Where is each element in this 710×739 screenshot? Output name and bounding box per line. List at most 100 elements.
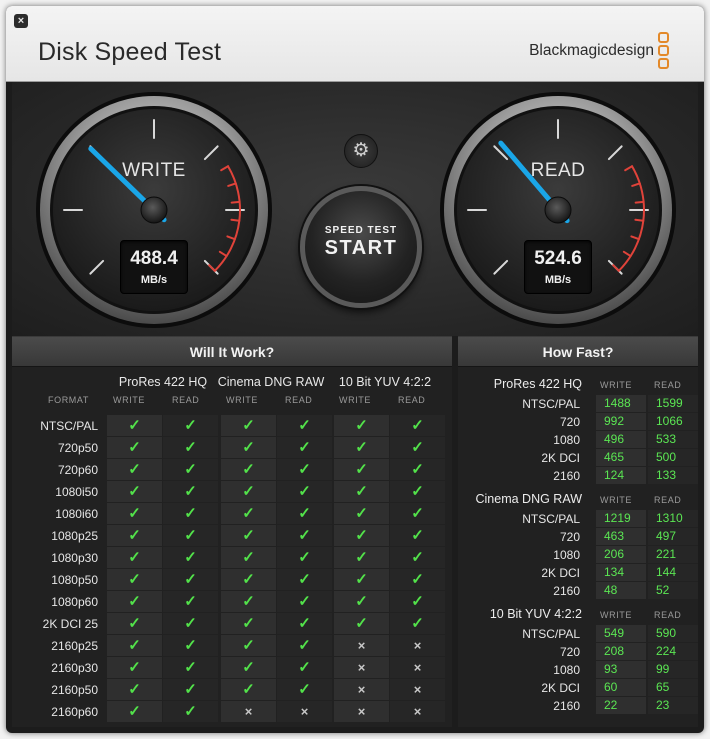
- check-icon: ✓: [334, 547, 389, 568]
- format-label: 2K DCI: [541, 681, 580, 695]
- format-label: 2160: [553, 699, 580, 713]
- will-it-work-row: 1080p50 ✓ ✓ ✓ ✓ ✓ ✓: [12, 569, 452, 591]
- yuv-read-header: READ: [398, 395, 426, 405]
- how-fast-row: 1080 206 221: [458, 546, 698, 564]
- check-icon: ✓: [107, 701, 162, 722]
- fps-read-value: 224: [648, 643, 698, 660]
- format-label: 2K DCI: [541, 451, 580, 465]
- check-icon: ✓: [221, 481, 276, 502]
- format-label: 1080: [553, 433, 580, 447]
- how-fast-row: 2160 124 133: [458, 467, 698, 485]
- check-icon: ✓: [277, 503, 332, 524]
- codec-prores-header: ProRes 422 HQ: [118, 375, 208, 389]
- fps-write-value: 206: [596, 546, 646, 563]
- fps-write-value: 208: [596, 643, 646, 660]
- fps-write-value: 1219: [596, 510, 646, 527]
- how-fast-row: 2160 22 23: [458, 697, 698, 715]
- codec-section-title: Cinema DNG RAW: [475, 492, 583, 506]
- format-label: 720: [559, 415, 580, 429]
- check-icon: ✓: [334, 481, 389, 502]
- will-it-work-row: 1080p60 ✓ ✓ ✓ ✓ ✓ ✓: [12, 591, 452, 613]
- prores-read-header: READ: [172, 395, 200, 405]
- format-label: 720: [559, 530, 580, 544]
- format-label: 2K DCI: [541, 566, 580, 580]
- cross-icon: ×: [221, 701, 276, 722]
- check-icon: ✓: [107, 591, 162, 612]
- check-icon: ✓: [163, 459, 218, 480]
- format-label: 1080i60: [55, 507, 98, 521]
- how-fast-row: 720 463 497: [458, 528, 698, 546]
- codec-section-title: 10 Bit YUV 4:2:2: [489, 607, 582, 621]
- check-icon: ✓: [107, 481, 162, 502]
- read-gauge-dial: [440, 92, 676, 328]
- will-it-work-row: 2K DCI 25 ✓ ✓ ✓ ✓ ✓ ✓: [12, 613, 452, 635]
- format-label: NTSC/PAL: [522, 397, 580, 411]
- how-fast-row: NTSC/PAL 1488 1599: [458, 395, 698, 413]
- cross-icon: ×: [334, 657, 389, 678]
- write-column-header: WRITE: [600, 610, 632, 620]
- codec-header-row: ProRes 422 HQ Cinema DNG RAW 10 Bit YUV …: [12, 375, 452, 395]
- format-label: 1080i50: [55, 485, 98, 499]
- gauge-redline-tick: [230, 200, 241, 204]
- check-icon: ✓: [221, 503, 276, 524]
- check-icon: ✓: [107, 437, 162, 458]
- brand-logo-icon: [658, 32, 670, 70]
- check-icon: ✓: [163, 415, 218, 436]
- format-label: 1080: [553, 663, 580, 677]
- how-fast-row: 720 208 224: [458, 643, 698, 661]
- read-speed-unit: MB/s: [544, 274, 572, 286]
- check-icon: ✓: [390, 503, 445, 524]
- check-icon: ✓: [221, 547, 276, 568]
- check-icon: ✓: [107, 679, 162, 700]
- will-it-work-row: 1080p25 ✓ ✓ ✓ ✓ ✓ ✓: [12, 525, 452, 547]
- check-icon: ✓: [334, 503, 389, 524]
- how-fast-row: 2160 48 52: [458, 582, 698, 600]
- start-button[interactable]: SPEED TEST START: [300, 186, 422, 308]
- fps-write-value: 496: [596, 431, 646, 448]
- check-icon: ✓: [334, 437, 389, 458]
- start-button-caption: SPEED TEST: [324, 225, 398, 236]
- will-it-work-row: 1080i60 ✓ ✓ ✓ ✓ ✓ ✓: [12, 503, 452, 525]
- settings-button[interactable]: ⚙: [344, 134, 378, 168]
- read-gauge-label: READ: [530, 160, 586, 181]
- fps-read-value: 500: [648, 449, 698, 466]
- dng-read-header: READ: [285, 395, 313, 405]
- format-label: 2160: [553, 584, 580, 598]
- check-icon: ✓: [390, 459, 445, 480]
- check-icon: ✓: [163, 657, 218, 678]
- fps-write-value: 463: [596, 528, 646, 545]
- close-button[interactable]: ×: [14, 14, 28, 28]
- check-icon: ✓: [390, 437, 445, 458]
- prores-write-header: WRITE: [113, 395, 145, 405]
- format-label: 720p60: [57, 463, 98, 477]
- check-icon: ✓: [107, 569, 162, 590]
- check-icon: ✓: [163, 613, 218, 634]
- gear-icon: ⚙: [352, 140, 370, 161]
- format-label: 1080: [553, 548, 580, 562]
- check-icon: ✓: [221, 591, 276, 612]
- fps-write-value: 93: [596, 661, 646, 678]
- cross-icon: ×: [390, 657, 445, 678]
- write-column-header: WRITE: [600, 380, 632, 390]
- will-it-work-row: 720p50 ✓ ✓ ✓ ✓ ✓ ✓: [12, 437, 452, 459]
- fps-read-value: 144: [648, 564, 698, 581]
- fps-write-value: 1488: [596, 395, 646, 412]
- check-icon: ✓: [390, 525, 445, 546]
- how-fast-row: NTSC/PAL 549 590: [458, 625, 698, 643]
- fps-write-value: 134: [596, 564, 646, 581]
- check-icon: ✓: [390, 569, 445, 590]
- fps-read-value: 533: [648, 431, 698, 448]
- read-column-header: READ: [654, 380, 682, 390]
- will-it-work-header: Will It Work?: [12, 337, 452, 367]
- check-icon: ✓: [277, 481, 332, 502]
- check-icon: ✓: [163, 503, 218, 524]
- codec-section-title: ProRes 422 HQ: [493, 377, 582, 391]
- will-it-work-row: 720p60 ✓ ✓ ✓ ✓ ✓ ✓: [12, 459, 452, 481]
- fps-read-value: 1310: [648, 510, 698, 527]
- fps-read-value: 23: [648, 697, 698, 714]
- check-icon: ✓: [107, 547, 162, 568]
- check-icon: ✓: [163, 437, 218, 458]
- cross-icon: ×: [390, 701, 445, 722]
- check-icon: ✓: [221, 635, 276, 656]
- fps-write-value: 549: [596, 625, 646, 642]
